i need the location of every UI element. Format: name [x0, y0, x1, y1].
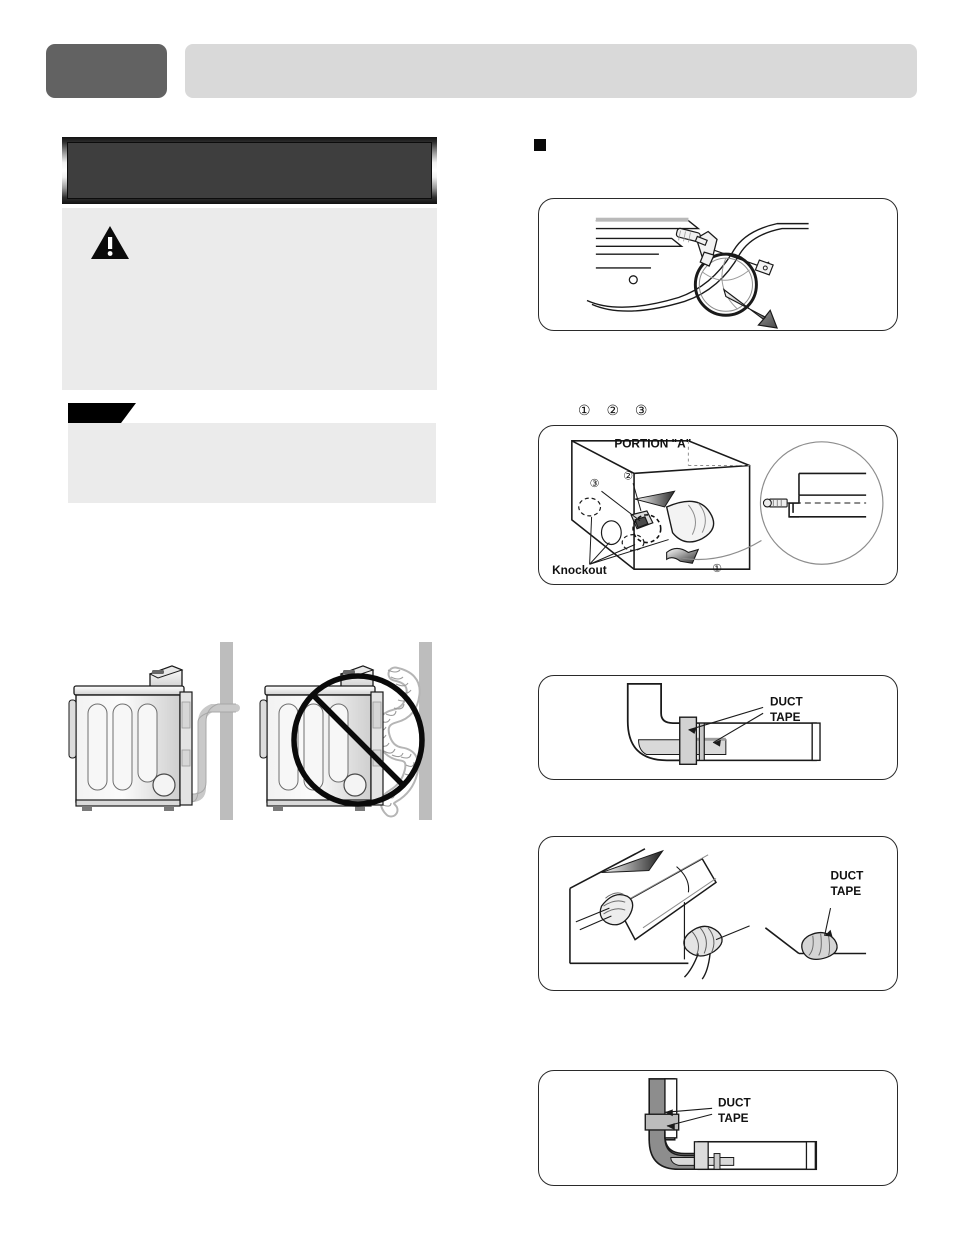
warning-banner [62, 137, 437, 204]
note-box [68, 423, 436, 503]
left-column [0, 0, 500, 1243]
warning-triangle-icon [90, 224, 130, 260]
dryer-correct-duct-figure [60, 630, 250, 820]
right-column [500, 0, 954, 1243]
portion-a-label: PORTION "A" [614, 437, 691, 451]
warning-banner-text [68, 143, 431, 198]
duct-tape-label-line2: TAPE [718, 1112, 749, 1125]
duct-tape-vertical-panel: DUCT TAPE [538, 1070, 898, 1186]
exhaust-clamp-panel [538, 198, 898, 331]
duct-tape-elbow-panel: DUCT TAPE [538, 675, 898, 780]
dryer-tangled-duct-figure [255, 630, 445, 820]
manual-page: ① ② ③ PORTION "A" Knockout ③ ② ① DUCT TA… [0, 0, 954, 1243]
duct-tape-label-line1: DUCT [831, 868, 865, 882]
warning-box [62, 208, 437, 390]
knockout-panel: PORTION "A" Knockout ③ ② ① [538, 425, 898, 585]
square-bullet-icon [534, 139, 546, 151]
warning-banner-inner [67, 142, 432, 199]
duct-tape-label-line1: DUCT [770, 695, 803, 708]
duct-tape-label-line1: DUCT [718, 1096, 752, 1109]
knockout-label: Knockout [552, 563, 607, 577]
callout-3-label: ③ [590, 478, 600, 490]
callout-1-label: ① [712, 563, 722, 575]
duct-tape-label-line2: TAPE [770, 711, 801, 724]
dryer-figures [55, 630, 455, 820]
duct-tape-flexible-panel: DUCT TAPE [538, 836, 898, 991]
step-number-row: ① ② ③ [578, 402, 654, 418]
duct-tape-label-line2: TAPE [831, 884, 862, 898]
callout-2-label: ② [623, 470, 633, 482]
note-tab [68, 403, 136, 423]
